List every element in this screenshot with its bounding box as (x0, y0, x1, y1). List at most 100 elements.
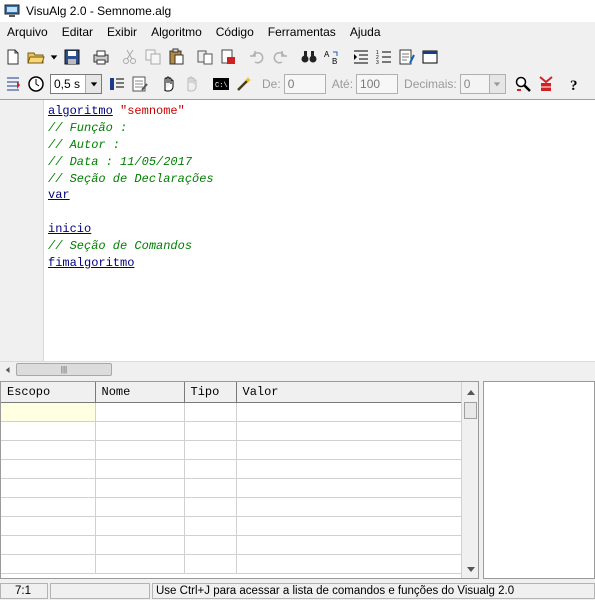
paste-button[interactable] (165, 46, 187, 68)
step-run-button[interactable] (2, 73, 24, 95)
chevron-down-icon (488, 75, 505, 93)
table-row[interactable] (1, 459, 462, 479)
timer-button[interactable] (25, 73, 47, 95)
cut-button[interactable] (119, 46, 141, 68)
decimais-select[interactable]: 0 (459, 74, 506, 94)
dropdown-arrow-icon (50, 55, 58, 60)
paste-special-button[interactable] (217, 46, 239, 68)
chevron-down-icon (85, 75, 101, 93)
decimais-label: Decimais: (404, 77, 457, 91)
scrollbar-thumb[interactable] (464, 402, 477, 419)
inspect-button[interactable] (512, 73, 534, 95)
paste-clipboard-icon (169, 48, 184, 65)
menu-editar[interactable]: Editar (55, 22, 100, 42)
undo-icon (250, 51, 264, 64)
table-row[interactable] (1, 554, 462, 574)
find-button[interactable] (298, 46, 320, 68)
open-folder-icon (27, 52, 45, 64)
new-file-button[interactable] (2, 46, 24, 68)
dos-output-button[interactable]: C:\ (210, 73, 232, 95)
keyword-algoritmo: algoritmo (48, 104, 113, 118)
help-question-icon: ? (570, 78, 578, 93)
clear-breakpoints-button[interactable] (181, 73, 203, 95)
keyword-inicio: inicio (48, 222, 92, 237)
ate-input[interactable]: 100 (356, 74, 399, 94)
speed-select[interactable]: 0,5 s (50, 74, 102, 94)
column-header-valor[interactable]: Valor (236, 382, 462, 403)
variables-view-button[interactable] (106, 73, 128, 95)
menu-arquivo[interactable]: Arquivo (0, 22, 55, 42)
console-window-button[interactable] (419, 46, 441, 68)
redo-icon (273, 51, 287, 64)
scroll-left-arrow-icon[interactable] (0, 362, 16, 378)
cursor-position: 7:1 (0, 583, 48, 599)
scissors-icon (123, 49, 136, 64)
menu-ferramentas[interactable]: Ferramentas (261, 22, 343, 42)
scroll-down-arrow-icon[interactable] (462, 562, 479, 578)
scrollbar-thumb[interactable]: ||| (16, 363, 112, 376)
speed-value: 0,5 s (54, 77, 81, 91)
open-dropdown-button[interactable] (48, 46, 60, 68)
undo-button[interactable] (246, 46, 268, 68)
menu-algoritmo[interactable]: Algoritmo (144, 22, 209, 42)
de-label: De: (262, 77, 281, 91)
edit-grid-button[interactable] (129, 73, 151, 95)
execution-toolbar: 0,5 s C:\ De: 0 Até: 100 Decimais: 0 ? (0, 70, 595, 98)
menu-ajuda[interactable]: Ajuda (343, 22, 388, 42)
editor-gutter (0, 100, 44, 362)
copy-button[interactable] (142, 46, 164, 68)
document-properties-button[interactable] (396, 46, 418, 68)
column-header-escopo[interactable]: Escopo (1, 382, 96, 403)
editor-horizontal-scrollbar[interactable]: ||| (0, 361, 595, 377)
code-editor[interactable]: algoritmo "semnome" // Função : // Autor… (0, 99, 595, 362)
numbered-list-button[interactable]: 123 (373, 46, 395, 68)
code-area[interactable]: algoritmo "semnome" // Função : // Autor… (48, 103, 214, 272)
magic-wand-button[interactable] (233, 73, 255, 95)
table-row[interactable] (1, 478, 462, 498)
numbered-list-icon: 123 (376, 50, 391, 66)
hand-disabled-icon (187, 76, 197, 92)
output-panel[interactable] (483, 381, 595, 579)
table-row[interactable] (1, 497, 462, 517)
stop-button[interactable] (535, 73, 557, 95)
de-input[interactable]: 0 (283, 74, 326, 94)
table-row[interactable] (1, 402, 462, 422)
menu-bar: Arquivo Editar Exibir Algoritmo Código F… (0, 22, 595, 42)
hand-icon (164, 76, 174, 92)
svg-text:?: ? (570, 78, 578, 93)
indent-icon (354, 50, 368, 64)
document-pen-icon (399, 49, 415, 65)
window-title: VisuAlg 2.0 - Semnome.alg (26, 4, 172, 18)
table-row[interactable] (1, 535, 462, 555)
console-icon: C:\ (213, 78, 229, 90)
table-row[interactable] (1, 516, 462, 536)
column-header-nome[interactable]: Nome (95, 382, 185, 403)
main-toolbar: AB 123 (0, 44, 595, 70)
help-button[interactable]: ? (564, 73, 586, 95)
step-run-icon (7, 77, 20, 91)
scroll-up-arrow-icon[interactable] (462, 384, 479, 400)
svg-text:B: B (332, 57, 337, 66)
magnifier-icon (515, 76, 531, 92)
table-row[interactable] (1, 440, 462, 460)
redo-button[interactable] (269, 46, 291, 68)
menu-codigo[interactable]: Código (209, 22, 261, 42)
indent-button[interactable] (350, 46, 372, 68)
copy-icon (145, 49, 161, 65)
printer-icon (93, 50, 109, 65)
table-row[interactable] (1, 421, 462, 441)
binoculars-icon (301, 51, 317, 63)
copy-as-button[interactable] (194, 46, 216, 68)
comment-funcao: // Função : (48, 120, 128, 135)
open-file-button[interactable] (25, 46, 47, 68)
column-header-tipo[interactable]: Tipo (184, 382, 237, 403)
comment-comandos: // Seção de Comandos (48, 239, 193, 254)
breakpoint-hand-button[interactable] (158, 73, 180, 95)
save-button[interactable] (61, 46, 83, 68)
grid-vertical-scrollbar[interactable] (461, 382, 478, 578)
window-icon (422, 50, 438, 64)
print-button[interactable] (90, 46, 112, 68)
new-file-icon (7, 49, 19, 65)
menu-exibir[interactable]: Exibir (100, 22, 144, 42)
replace-button[interactable]: AB (321, 46, 343, 68)
